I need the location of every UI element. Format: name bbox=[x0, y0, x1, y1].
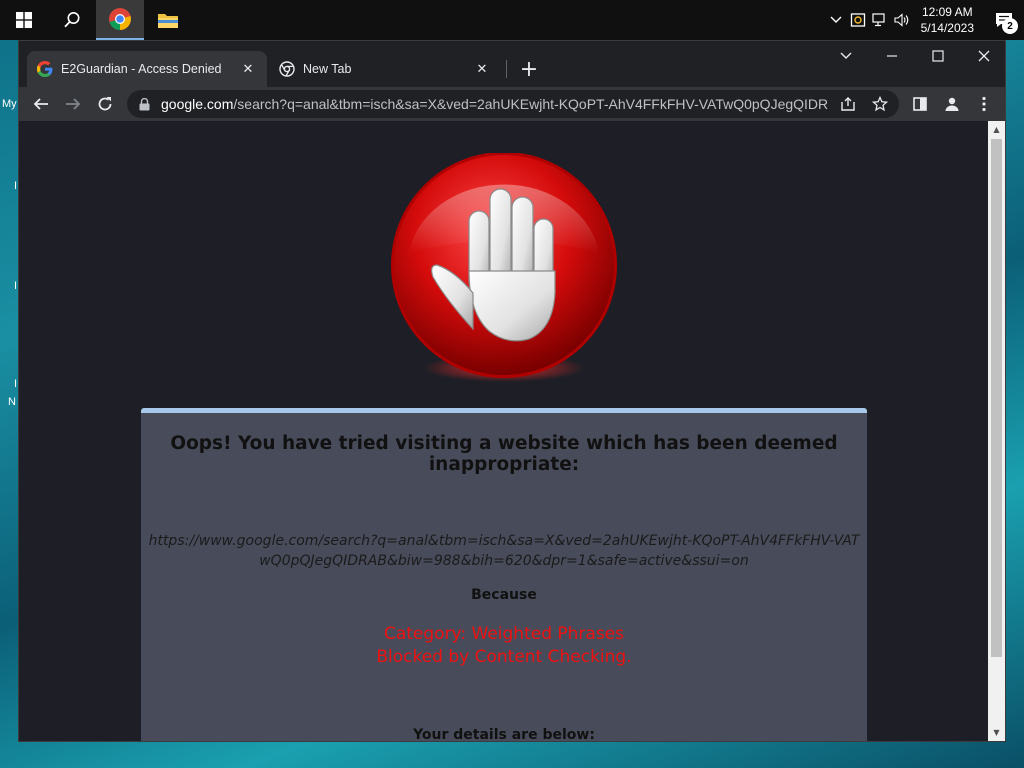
maximize-button[interactable] bbox=[915, 41, 961, 71]
reload-icon bbox=[98, 97, 112, 111]
taskbar-chrome-button[interactable] bbox=[96, 0, 144, 40]
desktop-icon-label[interactable]: My bbox=[2, 98, 17, 110]
close-icon bbox=[978, 50, 990, 62]
address-path: /search?q=anal&tbm=isch&sa=X&ved=2ahUKEw… bbox=[233, 96, 829, 112]
page-viewport: Oops! You have tried visiting a website … bbox=[19, 121, 989, 741]
taskbar: 12:09 AM 5/14/2023 2 bbox=[0, 0, 1024, 40]
block-method: Blocked by Content Checking. bbox=[376, 647, 632, 667]
forward-button[interactable] bbox=[57, 88, 89, 120]
tab-close-icon[interactable]: ✕ bbox=[239, 60, 257, 78]
security-shield-icon[interactable] bbox=[847, 0, 869, 40]
block-message-panel: Oops! You have tried visiting a website … bbox=[141, 408, 867, 741]
scroll-down-arrow-icon[interactable]: ▼ bbox=[988, 724, 1005, 741]
reload-button[interactable] bbox=[89, 88, 121, 120]
side-panel-icon[interactable] bbox=[907, 91, 933, 117]
tab-new-tab[interactable]: New Tab ✕ bbox=[269, 51, 501, 87]
tab-close-icon[interactable]: ✕ bbox=[473, 60, 491, 78]
minimize-button[interactable] bbox=[869, 41, 915, 71]
block-category: Category: Weighted Phrases bbox=[383, 624, 625, 644]
blocked-url-line: wQ0pQJegQIDRAB&biw=988&bih=620&dpr=1&saf… bbox=[259, 553, 749, 569]
profile-avatar-icon[interactable] bbox=[939, 91, 965, 117]
details-heading: Your details are below: bbox=[413, 727, 595, 741]
back-arrow-icon bbox=[33, 98, 48, 110]
close-window-button[interactable] bbox=[961, 41, 1007, 71]
tab-e2guardian[interactable]: E2Guardian - Access Denied ✕ bbox=[27, 51, 267, 87]
browser-toolbar: google.com/search?q=anal&tbm=isch&sa=X&v… bbox=[19, 87, 1005, 121]
windows-logo-icon bbox=[16, 12, 32, 28]
tab-title: E2Guardian - Access Denied bbox=[61, 62, 222, 76]
taskbar-search-button[interactable] bbox=[48, 0, 96, 40]
taskbar-explorer-button[interactable] bbox=[144, 0, 192, 40]
start-button[interactable] bbox=[0, 0, 48, 40]
scroll-up-arrow-icon[interactable]: ▲ bbox=[988, 121, 1005, 138]
tab-search-chevron-icon[interactable] bbox=[823, 41, 869, 71]
tab-title: New Tab bbox=[303, 62, 352, 76]
taskbar-clock[interactable]: 12:09 AM 5/14/2023 bbox=[913, 4, 984, 36]
clock-date: 5/14/2023 bbox=[920, 21, 974, 35]
address-bar[interactable]: google.com/search?q=anal&tbm=isch&sa=X&v… bbox=[127, 90, 899, 118]
because-label: Because bbox=[471, 587, 537, 603]
desktop-icon-label[interactable]: I bbox=[14, 180, 17, 192]
address-host: google.com bbox=[161, 96, 234, 112]
network-icon[interactable] bbox=[869, 0, 891, 40]
block-reason: Category: Weighted Phrases Blocked by Co… bbox=[141, 623, 867, 669]
clock-time: 12:09 AM bbox=[921, 5, 973, 19]
forward-arrow-icon bbox=[66, 98, 81, 110]
blocked-url-line: https://www.google.com/search?q=anal&tbm… bbox=[148, 533, 860, 549]
file-explorer-icon bbox=[158, 14, 178, 28]
system-tray: 12:09 AM 5/14/2023 2 bbox=[825, 0, 1024, 40]
address-url: google.com/search?q=anal&tbm=isch&sa=X&v… bbox=[161, 96, 829, 112]
scroll-thumb[interactable] bbox=[991, 139, 1002, 657]
chrome-icon bbox=[109, 8, 131, 30]
chrome-favicon-icon bbox=[279, 61, 295, 77]
desktop-icon-label[interactable]: I bbox=[14, 378, 17, 390]
desktop-icon-label[interactable]: I bbox=[14, 280, 17, 292]
google-favicon-icon bbox=[37, 61, 53, 77]
desktop-icon-label[interactable]: N bbox=[8, 396, 16, 408]
bookmark-star-icon[interactable] bbox=[867, 91, 893, 117]
block-headline: Oops! You have tried visiting a website … bbox=[170, 433, 838, 475]
minimize-icon bbox=[887, 55, 897, 57]
notification-center-button[interactable]: 2 bbox=[984, 0, 1024, 40]
tab-separator bbox=[506, 60, 507, 78]
lock-icon[interactable] bbox=[139, 97, 153, 111]
volume-icon[interactable] bbox=[891, 0, 913, 40]
blocked-url: https://www.google.com/search?q=anal&tbm… bbox=[141, 531, 867, 571]
more-menu-icon[interactable] bbox=[971, 91, 997, 117]
show-hidden-icons-chevron-icon[interactable] bbox=[825, 0, 847, 40]
back-button[interactable] bbox=[25, 88, 57, 120]
tab-strip: E2Guardian - Access Denied ✕ New Tab ✕ + bbox=[19, 41, 1005, 87]
new-tab-button[interactable]: + bbox=[515, 55, 543, 83]
search-icon bbox=[64, 12, 80, 28]
maximize-icon bbox=[932, 50, 944, 62]
share-icon[interactable] bbox=[835, 91, 861, 117]
notification-count-badge: 2 bbox=[1002, 18, 1018, 34]
stop-hand-icon bbox=[391, 153, 617, 382]
chrome-window: E2Guardian - Access Denied ✕ New Tab ✕ + bbox=[18, 40, 1006, 742]
page-scrollbar[interactable]: ▲ ▼ bbox=[988, 121, 1005, 741]
